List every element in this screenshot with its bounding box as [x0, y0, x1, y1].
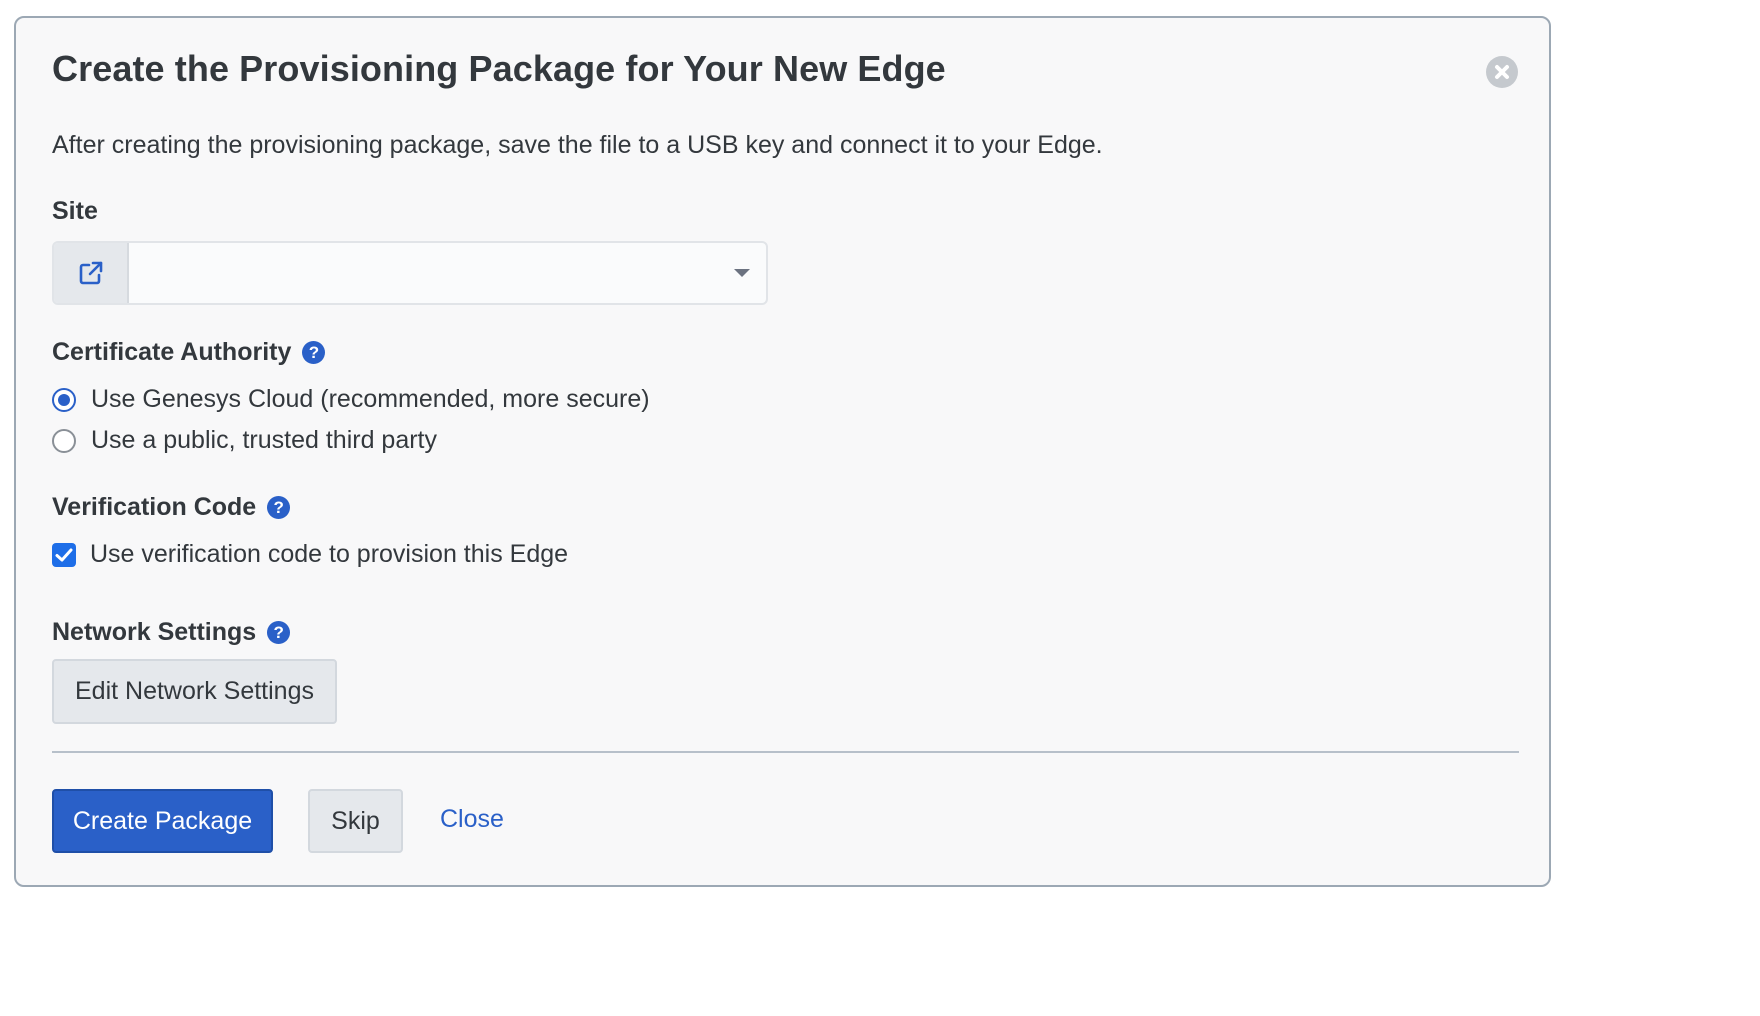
- radio-option-label: Use Genesys Cloud (recommended, more sec…: [91, 385, 650, 413]
- site-label: Site: [52, 197, 98, 226]
- create-package-button[interactable]: Create Package: [52, 789, 273, 853]
- network-settings-label-text: Network Settings: [52, 618, 257, 646]
- verification-code-label: Verification Code ?: [52, 493, 291, 522]
- site-select: [52, 241, 768, 305]
- help-icon[interactable]: ?: [267, 496, 291, 519]
- external-link-icon: [79, 261, 102, 285]
- edit-network-settings-button[interactable]: Edit Network Settings: [52, 659, 337, 724]
- site-open-link-button[interactable]: [54, 243, 129, 303]
- certificate-authority-label-text: Certificate Authority: [52, 338, 292, 366]
- help-icon[interactable]: ?: [267, 621, 291, 644]
- radio-option-genesys-cloud[interactable]: Use Genesys Cloud (recommended, more sec…: [52, 385, 650, 414]
- close-link[interactable]: Close: [440, 805, 504, 834]
- checkmark-icon: [55, 548, 73, 561]
- network-settings-label: Network Settings ?: [52, 618, 291, 647]
- dialog-description: After creating the provisioning package,…: [52, 131, 1103, 159]
- certificate-authority-label: Certificate Authority ?: [52, 338, 326, 367]
- verification-code-option[interactable]: Use verification code to provision this …: [52, 540, 568, 569]
- skip-button[interactable]: Skip: [308, 789, 403, 853]
- verification-code-checkbox-label: Use verification code to provision this …: [90, 540, 569, 568]
- verification-code-checkbox[interactable]: [52, 542, 76, 567]
- help-icon[interactable]: ?: [302, 341, 326, 364]
- radio-unselected[interactable]: [52, 428, 76, 453]
- radio-option-third-party[interactable]: Use a public, trusted third party: [52, 426, 437, 455]
- site-dropdown[interactable]: [129, 243, 766, 303]
- provisioning-dialog: Create the Provisioning Package for Your…: [14, 16, 1551, 887]
- radio-selected[interactable]: [52, 387, 76, 412]
- chevron-down-icon: [734, 269, 750, 277]
- site-label-text: Site: [52, 197, 98, 225]
- radio-option-label: Use a public, trusted third party: [91, 426, 437, 454]
- divider: [52, 751, 1519, 753]
- close-icon: [1495, 65, 1509, 79]
- verification-code-label-text: Verification Code: [52, 493, 257, 521]
- close-dialog-button[interactable]: [1486, 56, 1518, 88]
- dialog-title: Create the Provisioning Package for Your…: [52, 48, 946, 89]
